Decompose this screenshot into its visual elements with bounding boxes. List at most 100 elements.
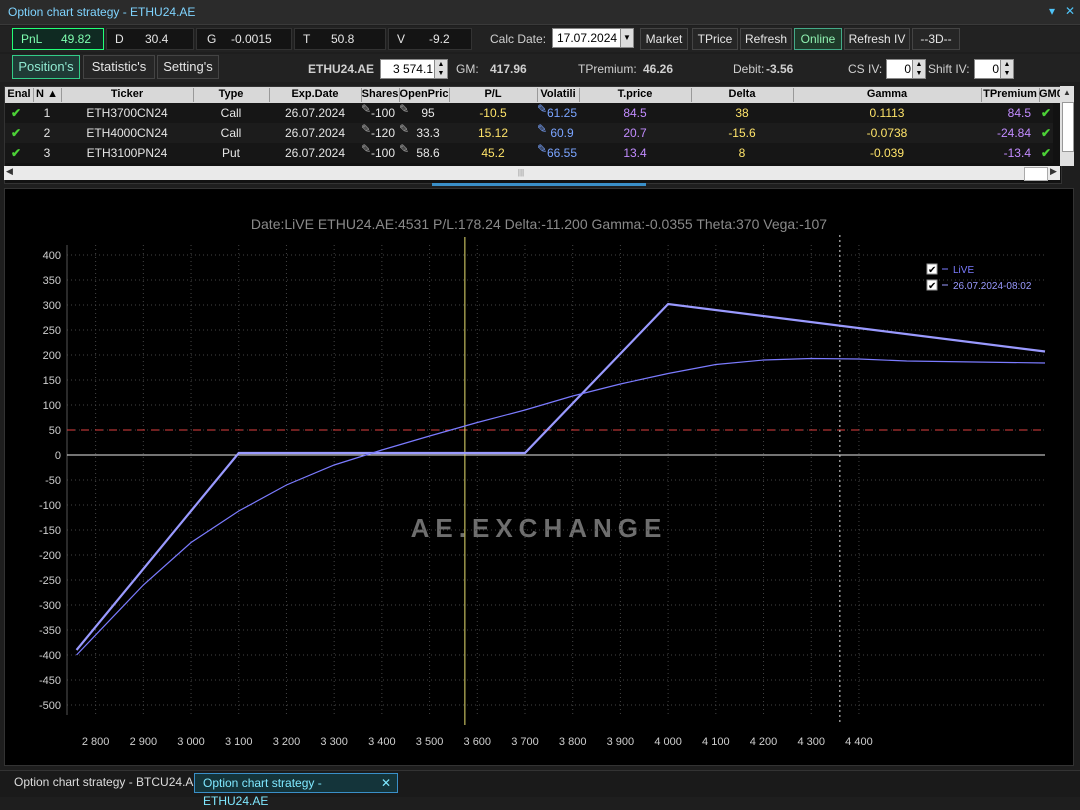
spinner-arrows-icon[interactable]: ▲ ▼ [1000, 60, 1013, 78]
scroll-right-icon[interactable]: ▶ [1050, 166, 1057, 177]
y-tick-label: 300 [43, 300, 61, 312]
edit-pencil-icon[interactable]: ✎ [399, 102, 409, 116]
row-pl: 15.12 [477, 126, 509, 140]
row-volatility[interactable]: 66.55 [541, 146, 583, 160]
tpremium-value: 46.26 [643, 62, 674, 76]
spinner-arrows-icon[interactable]: ▲ ▼ [912, 60, 925, 78]
col-pl[interactable]: P/L [449, 88, 538, 102]
table-horizontal-scrollbar[interactable]: ◀ ||| ▶ [4, 166, 1060, 181]
shift-iv-spinner[interactable]: 0 ▲ ▼ [974, 59, 1014, 79]
scroll-up-icon[interactable]: ▲ [1061, 88, 1073, 100]
row-open-price[interactable]: 58.6 [407, 146, 449, 160]
edit-pencil-icon[interactable]: ✎ [399, 122, 409, 136]
online-button[interactable]: Online [794, 28, 842, 50]
col-type[interactable]: Type [193, 88, 270, 102]
y-tick-label: 150 [43, 375, 61, 387]
col-gm0[interactable]: GM0 [1039, 88, 1061, 102]
col-open-price[interactable]: OpenPric [399, 88, 450, 102]
row-shares[interactable]: -100 [367, 106, 399, 120]
gm0-check-icon[interactable]: ✔ [1041, 106, 1051, 120]
row-number: 3 [43, 146, 51, 160]
x-tick-label: 3 900 [607, 736, 635, 748]
row-volatility[interactable]: 61.25 [541, 106, 583, 120]
col-tprice[interactable]: T.price [579, 88, 692, 102]
x-tick-label: 3 700 [511, 736, 539, 748]
payoff-chart[interactable]: Date:LiVE ETHU24.AE:4531 P/L:178.24 Delt… [4, 188, 1074, 766]
x-tick-label: 4 200 [750, 736, 778, 748]
close-icon[interactable]: ✕ [1062, 3, 1078, 19]
cs-iv-spinner[interactable]: 0 ▲ ▼ [886, 59, 926, 79]
tab-btc-chart[interactable]: Option chart strategy - BTCU24.AE [6, 773, 209, 793]
calc-date-picker[interactable]: 17.07.2024 ▼ [552, 28, 634, 48]
x-tick-label: 4 300 [797, 736, 825, 748]
row-delta: 38 [735, 106, 749, 120]
y-tick-label: -500 [39, 700, 61, 712]
row-type: Call [220, 126, 242, 140]
tab-statistics[interactable]: Statistic's [83, 55, 155, 79]
col-n[interactable]: N ▲ [33, 88, 62, 102]
edit-pencil-icon[interactable]: ✎ [399, 142, 409, 156]
row-gamma: -0.0738 [866, 126, 908, 140]
tab-settings[interactable]: Setting's [157, 55, 219, 79]
y-tick-label: 350 [43, 275, 61, 287]
row-shares[interactable]: -120 [367, 126, 399, 140]
refresh-button[interactable]: Refresh [740, 28, 792, 50]
gm0-check-icon[interactable]: ✔ [1041, 126, 1051, 140]
x-tick-label: 3 600 [464, 736, 492, 748]
v-label: V [397, 32, 406, 46]
scroll-left-icon[interactable]: ◀ [6, 166, 13, 177]
x-tick-label: 3 200 [273, 736, 301, 748]
x-tick-label: 3 800 [559, 736, 587, 748]
x-tick-label: 2 900 [130, 736, 158, 748]
row-open-price[interactable]: 33.3 [407, 126, 449, 140]
title-bar: Option chart strategy - ETHU24.AE ▾ ✕ [0, 0, 1080, 25]
enabled-check-icon[interactable]: ✔ [11, 106, 21, 120]
row-gamma: -0.039 [869, 146, 905, 160]
col-delta[interactable]: Delta [691, 88, 794, 102]
market-button[interactable]: Market [640, 28, 688, 50]
x-tick-label: 3 000 [177, 736, 205, 748]
tab-positions[interactable]: Position's [12, 55, 80, 79]
close-tab-icon[interactable]: ✕ [381, 774, 391, 792]
refresh-iv-button[interactable]: Refresh IV [844, 28, 910, 50]
table-row[interactable]: ✔ 3 ETH3100PN24 Put 26.07.2024 ✎ -100 ✎ … [5, 142, 1053, 163]
scroll-thumb[interactable] [1062, 102, 1074, 152]
minimize-icon[interactable]: ▾ [1044, 3, 1060, 19]
gm0-check-icon[interactable]: ✔ [1041, 146, 1051, 160]
gm-value: 417.96 [490, 62, 527, 76]
enabled-check-icon[interactable]: ✔ [11, 146, 21, 160]
g-value: -0.0015 [231, 32, 272, 46]
tab-eth-chart[interactable]: Option chart strategy - ETHU24.AE ✕ [194, 773, 398, 808]
y-tick-label: 400 [43, 250, 61, 262]
scroll-thumb[interactable] [1024, 167, 1048, 181]
pnl-metric: PnL 49.82 [12, 28, 104, 50]
col-enable[interactable]: Enal [5, 88, 34, 102]
row-tprice: 13.4 [623, 146, 647, 160]
y-tick-label: 0 [55, 450, 61, 462]
scroll-grip-icon[interactable]: ||| [514, 168, 528, 178]
chevron-down-icon[interactable]: ▼ [620, 29, 633, 47]
row-shares[interactable]: -100 [367, 146, 399, 160]
col-volatility[interactable]: Volatili [537, 88, 580, 102]
y-tick-label: -300 [39, 600, 61, 612]
col-shares[interactable]: Shares [361, 88, 400, 102]
tprice-button[interactable]: TPrice [692, 28, 738, 50]
col-exp-date[interactable]: Exp.Date [269, 88, 362, 102]
table-header: Enal N ▲ Ticker Type Exp.Date Shares Ope… [5, 87, 1061, 103]
row-open-price[interactable]: 95 [407, 106, 449, 120]
spinner-arrows-icon[interactable]: ▲ ▼ [434, 60, 447, 78]
table-row[interactable]: ✔ 2 ETH4000CN24 Call 26.07.2024 ✎ -120 ✎… [5, 122, 1053, 143]
col-ticker[interactable]: Ticker [61, 88, 194, 102]
col-gamma[interactable]: Gamma [793, 88, 982, 102]
col-tpremium[interactable]: TPremium [981, 88, 1040, 102]
row-ticker: ETH3700CN24 [86, 106, 168, 120]
table-vertical-scrollbar[interactable]: ▲ [1060, 86, 1074, 166]
enabled-check-icon[interactable]: ✔ [11, 126, 21, 140]
price-spinner[interactable]: 3 574.1 ▲ ▼ [380, 59, 448, 79]
row-volatility[interactable]: 60.9 [541, 126, 583, 140]
table-row[interactable]: ✔ 1 ETH3700CN24 Call 26.07.2024 ✎ -100 ✎… [5, 102, 1053, 123]
panel-splitter[interactable] [432, 183, 646, 186]
x-tick-label: 2 800 [82, 736, 110, 748]
three-d-button[interactable]: --3D-- [912, 28, 960, 50]
row-tprice: 84.5 [623, 106, 647, 120]
